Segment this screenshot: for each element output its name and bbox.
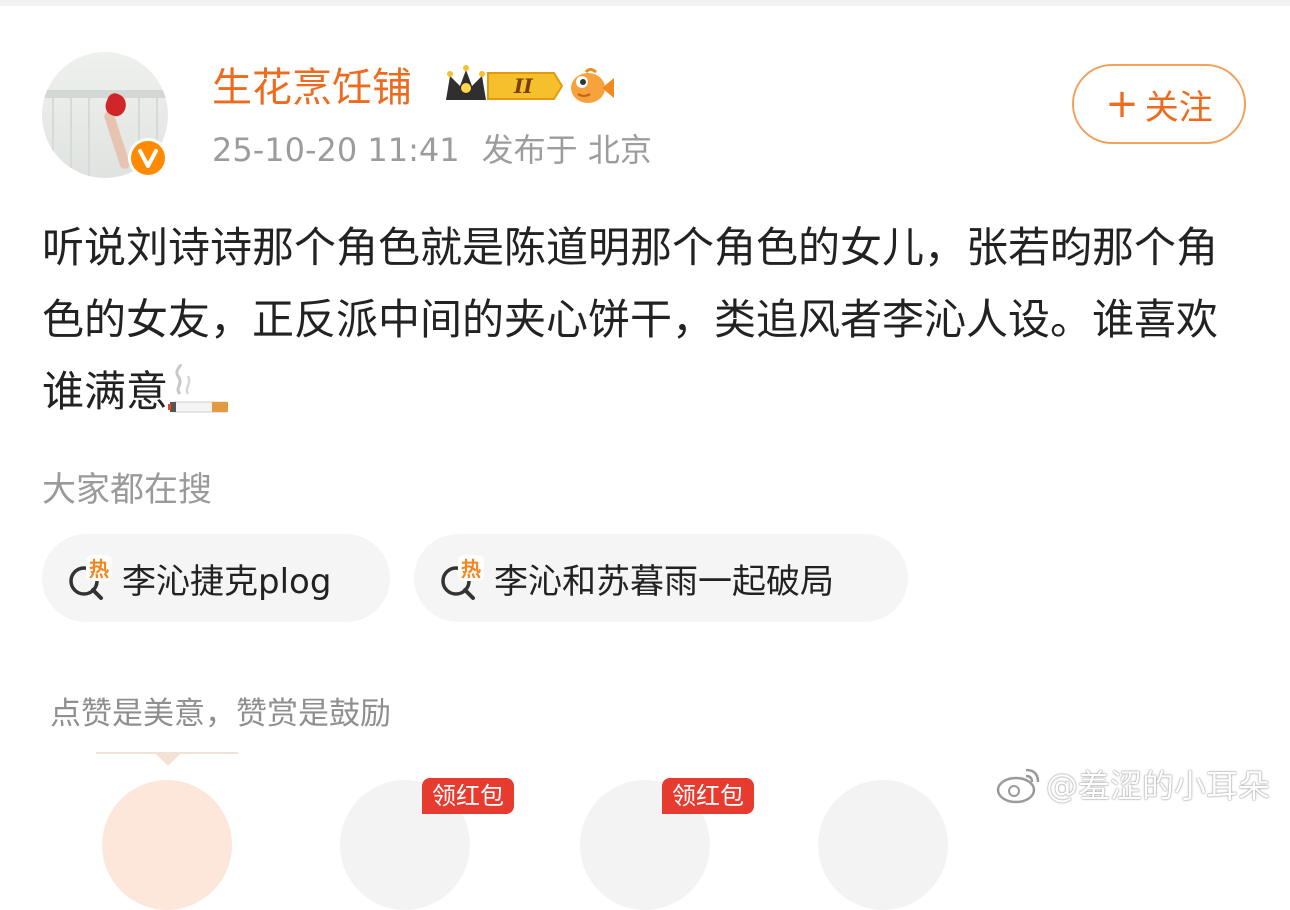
crown-level-badge-icon[interactable]: II: [444, 64, 564, 108]
post-location: 发布于 北京: [481, 131, 652, 169]
follow-label: 关注: [1144, 87, 1213, 128]
svg-text:热: 热: [461, 557, 481, 581]
reward-option[interactable]: [102, 780, 232, 910]
avatar-stripe: [88, 98, 90, 178]
svg-text:热: 热: [89, 557, 109, 581]
level-text: II: [513, 74, 533, 98]
post-timestamp: 25-10-20 11:41: [212, 131, 460, 169]
cigarette-emoji-icon: [168, 364, 229, 413]
watermark-text: @羞涩的小耳朵: [1046, 767, 1271, 805]
post-meta: 25-10-20 11:41 发布于 北京: [212, 128, 652, 172]
author-name[interactable]: 生花烹饪铺: [212, 58, 412, 118]
top-divider: [0, 0, 1290, 6]
reward-option[interactable]: [818, 780, 948, 910]
verified-badge-icon: [128, 138, 168, 178]
hot-search-icon: 热: [69, 555, 112, 600]
hot-search-label: 李沁和苏暮雨一起破局: [494, 561, 834, 602]
post-body: 听说刘诗诗那个角色就是陈道明那个角色的女儿，张若昀那个角色的女友，正反派中间的夹…: [42, 212, 1252, 428]
redpacket-tag[interactable]: 领红包: [422, 778, 514, 814]
fish-fan-icon: [571, 68, 614, 103]
hot-search-icon: 热: [441, 555, 484, 600]
hot-search-label: 李沁捷克plog: [122, 561, 332, 602]
weibo-logo-icon: [996, 768, 1040, 804]
hot-search-chip[interactable]: 热 李沁和苏暮雨一起破局: [414, 534, 908, 622]
avatar-arm: [102, 109, 132, 171]
hot-search-chip[interactable]: 热 李沁捷克plog: [42, 534, 390, 622]
avatar-stripe: [52, 98, 54, 178]
reward-caption: 点赞是美意，赞赏是鼓励: [50, 696, 391, 732]
verified-v-icon: [138, 149, 158, 168]
watermark: @羞涩的小耳朵: [996, 758, 1270, 810]
redpacket-tag[interactable]: 领红包: [662, 778, 754, 814]
follow-button[interactable]: + 关注: [1072, 64, 1246, 144]
avatar-ceiling: [42, 90, 168, 98]
plus-icon: +: [1105, 81, 1139, 127]
avatar-stripe: [70, 98, 72, 178]
search-section-title: 大家都在搜: [42, 470, 212, 510]
reward-pointer: [156, 754, 180, 766]
